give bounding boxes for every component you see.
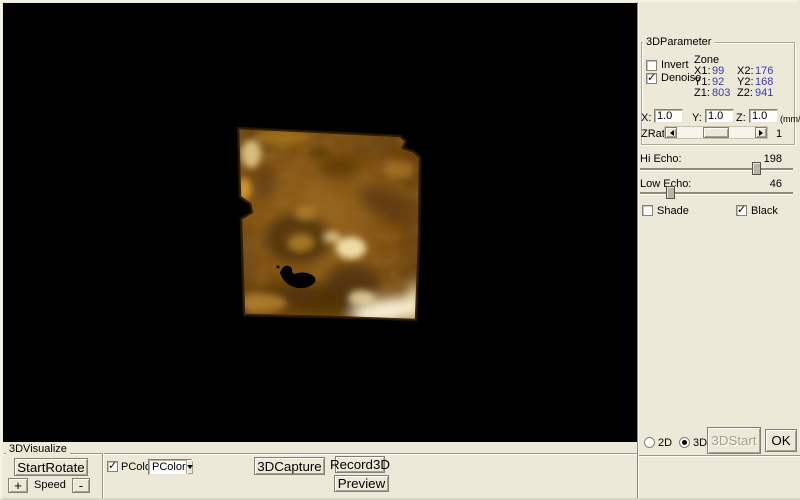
parameter-panel: 3DParameter Invert Denoise Zone X1: 99 X…: [639, 2, 800, 498]
scale-z-label: Z:: [736, 112, 746, 124]
right-panel-divider: [639, 455, 800, 457]
black-label: Black: [751, 205, 778, 217]
pcolor-select[interactable]: PColor: [148, 459, 192, 475]
shade-checkbox[interactable]: [642, 205, 653, 216]
denoise-checkbox[interactable]: [646, 73, 657, 84]
invert-checkbox[interactable]: [646, 60, 657, 71]
hi-echo-slider-thumb[interactable]: [752, 162, 761, 175]
scale-x-label: X:: [641, 112, 651, 124]
low-echo-slider[interactable]: [640, 192, 793, 194]
zrate-scrollbar[interactable]: [664, 126, 768, 139]
3dstart-button[interactable]: 3DStart: [707, 427, 761, 454]
zrate-scroll-left-button[interactable]: [665, 127, 677, 138]
scale-y-label: Y:: [692, 112, 702, 124]
scale-z-input[interactable]: [749, 109, 778, 123]
invert-label: Invert: [661, 59, 689, 71]
scale-unit-label: (mm/p): [780, 113, 800, 125]
record3d-button[interactable]: Record3D: [335, 456, 385, 473]
mode-3d-label: 3D: [693, 437, 707, 449]
app-window: 3DParameter Invert Denoise Zone X1: 99 X…: [0, 0, 800, 500]
mode-2d-radio[interactable]: [644, 437, 655, 448]
hi-echo-label: Hi Echo:: [640, 153, 682, 165]
zrate-scroll-thumb[interactable]: [703, 127, 729, 138]
pcolor-select-arrow-button[interactable]: [186, 460, 193, 474]
visualize-group-right-border: [102, 453, 104, 498]
volume-render-image: [3, 3, 637, 442]
zrate-scroll-right-button[interactable]: [755, 127, 767, 138]
black-checkbox[interactable]: [736, 205, 747, 216]
visualize-panel: 3DVisualize StartRotate + Speed - PColor…: [2, 442, 637, 498]
zone-z1-label: Z1:: [694, 87, 710, 99]
parameter-group-title: 3DParameter: [643, 36, 714, 48]
low-echo-slider-thumb[interactable]: [666, 186, 675, 199]
hi-echo-slider[interactable]: [640, 168, 793, 170]
scale-x-input[interactable]: [654, 109, 683, 123]
3dcapture-button[interactable]: 3DCapture: [254, 457, 325, 475]
visualize-group-title: 3DVisualize: [6, 443, 70, 455]
scroll-left-icon: [667, 130, 674, 136]
ok-button[interactable]: OK: [765, 429, 797, 452]
render-viewport[interactable]: [3, 3, 637, 442]
zone-z2-value: 941: [755, 87, 773, 99]
speed-plus-button[interactable]: +: [8, 478, 28, 493]
zrate-value: 1: [776, 128, 782, 140]
scale-y-input[interactable]: [705, 109, 734, 123]
zone-z1-value: 803: [712, 87, 730, 99]
shade-label: Shade: [657, 205, 689, 217]
scroll-right-icon: [759, 130, 766, 136]
start-rotate-button[interactable]: StartRotate: [14, 458, 88, 476]
mode-3d-radio[interactable]: [679, 437, 690, 448]
pcolor-checkbox[interactable]: [107, 461, 118, 472]
mode-2d-label: 2D: [658, 437, 672, 449]
speed-label: Speed: [34, 479, 66, 491]
zone-z2-label: Z2:: [737, 87, 753, 99]
chevron-down-icon: [187, 465, 193, 472]
low-echo-value: 46: [751, 178, 782, 190]
pcolor-select-value: PColor: [149, 461, 186, 473]
visualize-group-top-border: [4, 453, 637, 455]
preview-button[interactable]: Preview: [334, 475, 389, 492]
speed-minus-button[interactable]: -: [72, 478, 90, 493]
